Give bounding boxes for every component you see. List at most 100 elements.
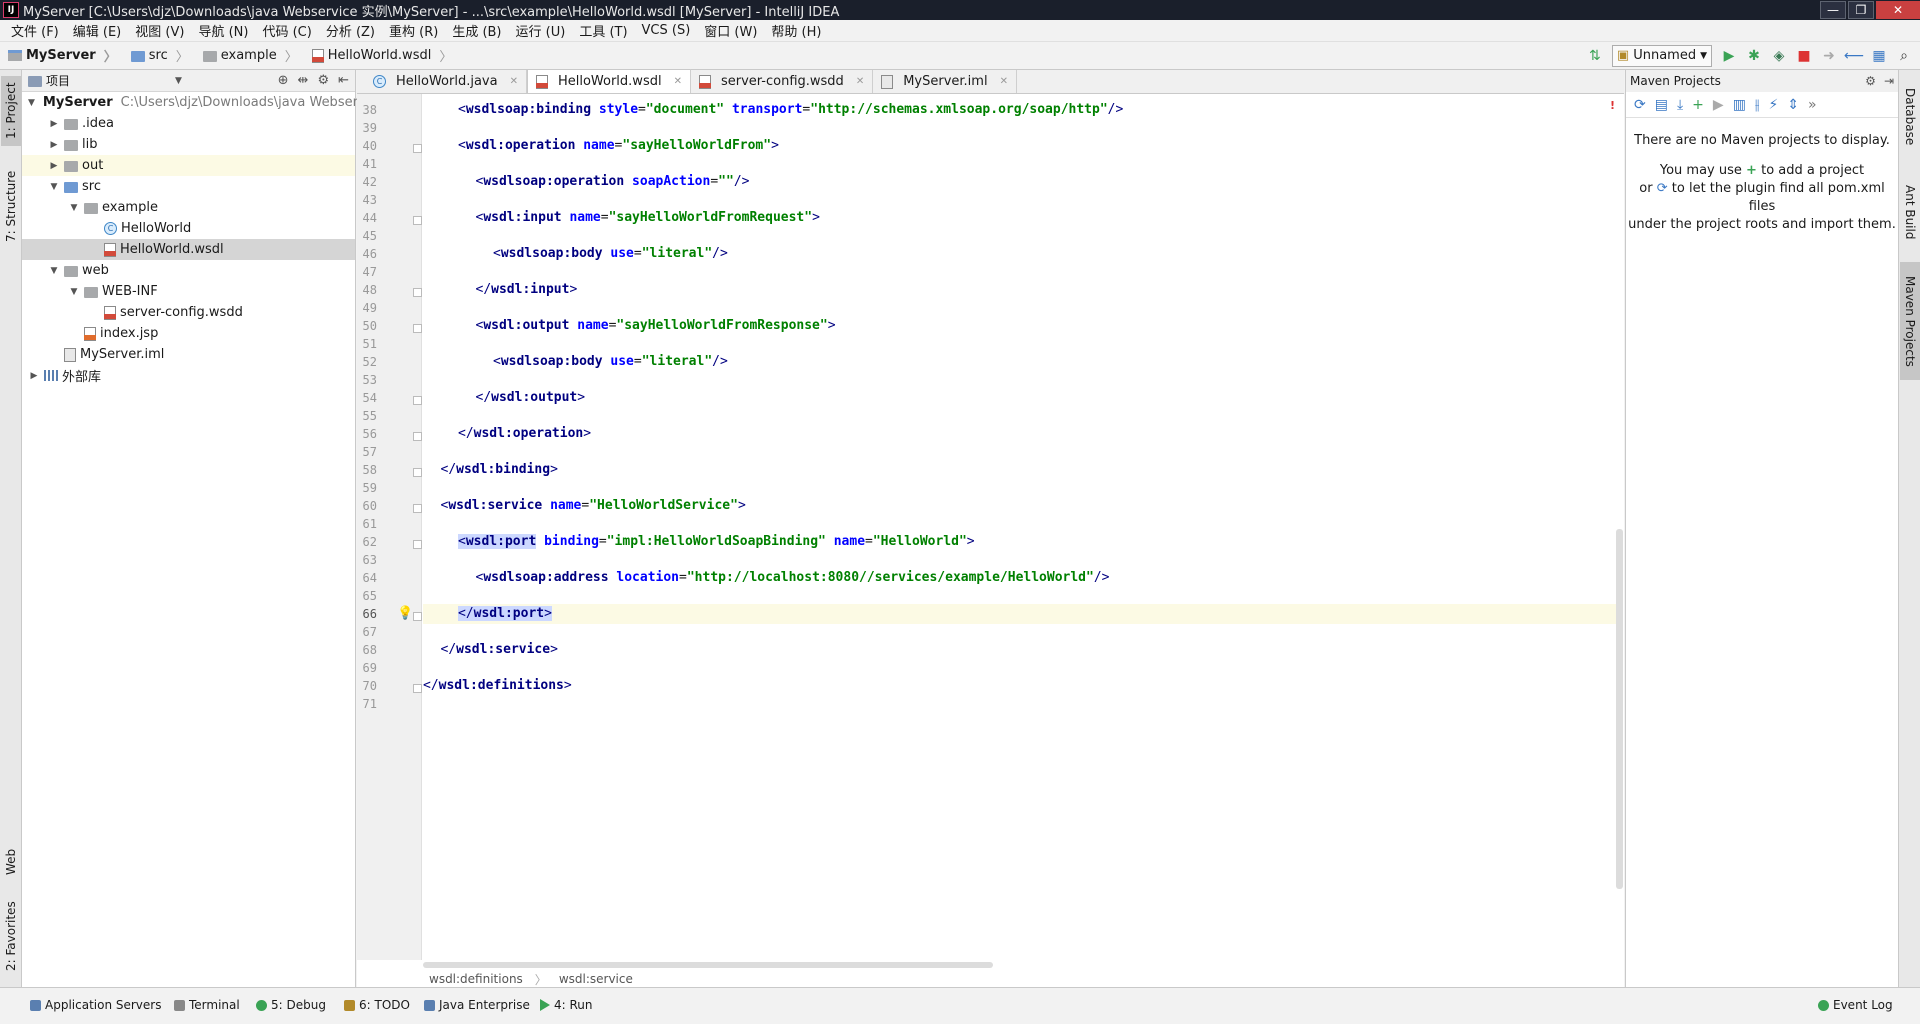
fold-marker-icon[interactable]: [413, 612, 422, 621]
breadcrumb-file[interactable]: HelloWorld.wsdl 〉: [304, 46, 459, 65]
project-structure-icon[interactable]: ▦: [1871, 48, 1887, 64]
coverage-icon[interactable]: ◈: [1771, 48, 1787, 64]
tab-database[interactable]: Database: [1900, 76, 1920, 158]
step-icon[interactable]: ➜: [1821, 48, 1837, 64]
fold-marker-icon[interactable]: [413, 504, 422, 513]
menu-refactor[interactable]: 重构 (R): [382, 21, 445, 40]
fold-marker-icon[interactable]: [413, 144, 422, 153]
code-editor[interactable]: <wsdlsoap:binding style="document" trans…: [423, 94, 1624, 960]
fold-marker-icon[interactable]: [413, 396, 422, 405]
expand-arrow-right-icon[interactable]: ▶: [48, 161, 60, 171]
debug-icon[interactable]: ✱: [1746, 48, 1762, 64]
tree-node[interactable]: ▶ .idea: [22, 113, 355, 134]
close-tab-icon[interactable]: ✕: [510, 76, 518, 87]
tree-node[interactable]: ▶ out: [22, 155, 355, 176]
crumb-service[interactable]: wsdl:service: [559, 972, 633, 986]
maximize-button[interactable]: ❐: [1848, 1, 1874, 19]
code-line[interactable]: <wsdlsoap:body use="literal"/>: [423, 352, 1623, 372]
code-line[interactable]: [423, 442, 1623, 462]
tree-node[interactable]: ▼ example: [22, 197, 355, 218]
expand-arrow-down-icon[interactable]: ▼: [68, 287, 80, 297]
tree-node[interactable]: ▼ web: [22, 260, 355, 281]
code-line[interactable]: </wsdl:port>: [423, 604, 1623, 624]
expand-arrow-down-icon[interactable]: ▼: [48, 266, 60, 276]
code-line[interactable]: [423, 514, 1623, 534]
todo-button[interactable]: 6: TODO: [344, 998, 410, 1012]
tab-maven-projects[interactable]: Maven Projects: [1900, 262, 1920, 380]
search-icon[interactable]: ⌕: [1896, 48, 1912, 64]
code-line[interactable]: [423, 622, 1623, 642]
menu-code[interactable]: 代码 (C): [255, 21, 318, 40]
code-line[interactable]: <wsdlsoap:operation soapAction=""/>: [423, 172, 1623, 192]
expand-arrow-right-icon[interactable]: ▶: [48, 119, 60, 129]
close-tab-icon[interactable]: ✕: [856, 76, 864, 87]
tab-helloworld-wsdl[interactable]: HelloWorld.wsdl ✕: [526, 69, 691, 93]
expand-arrow-down-icon[interactable]: ▼: [28, 98, 35, 108]
code-line[interactable]: <wsdl:operation name="sayHelloWorldFrom"…: [423, 136, 1623, 156]
run-configuration-select[interactable]: ▣ Unnamed ▼: [1611, 44, 1712, 67]
editor-gutter[interactable]: 38 39 40 41 42 43 44 45 46 47 48 49 50 51 52 53 54 55 56 57…: [357, 94, 422, 960]
tree-node[interactable]: HelloWorld.wsdl: [22, 239, 355, 260]
code-line[interactable]: [423, 658, 1623, 678]
scrollbar-thumb[interactable]: [1616, 529, 1623, 889]
fold-marker-icon[interactable]: [413, 540, 422, 549]
hide-panel-icon[interactable]: ⇤: [338, 73, 349, 88]
error-stripe-icon[interactable]: !: [1610, 99, 1615, 112]
code-line[interactable]: </wsdl:service>: [423, 640, 1623, 660]
collapse-all-icon[interactable]: ⇕: [1787, 97, 1799, 113]
add-icon[interactable]: +: [1746, 163, 1757, 178]
close-tab-icon[interactable]: ✕: [674, 76, 682, 87]
tree-node[interactable]: ▼ WEB-INF: [22, 281, 355, 302]
event-log-button[interactable]: Event Log: [1818, 998, 1893, 1012]
tab-web[interactable]: Web: [1, 840, 21, 884]
code-line[interactable]: [423, 154, 1623, 174]
stop-icon[interactable]: ■: [1796, 48, 1812, 64]
breadcrumb-project[interactable]: MyServer 〉: [0, 46, 123, 65]
tab-helloworld-java[interactable]: C HelloWorld.java ✕: [365, 70, 527, 93]
menu-file[interactable]: 文件 (F): [4, 21, 66, 40]
scroll-from-source-icon[interactable]: ⊕: [278, 73, 289, 88]
fold-marker-icon[interactable]: [413, 288, 422, 297]
fold-marker-icon[interactable]: [413, 468, 422, 477]
sort-icon[interactable]: ⇅: [1587, 48, 1603, 64]
run-icon[interactable]: ▶: [1713, 97, 1724, 113]
menu-vcs[interactable]: VCS (S): [635, 23, 698, 38]
code-line[interactable]: </wsdl:operation>: [423, 424, 1623, 444]
menu-analyze[interactable]: 分析 (Z): [319, 21, 382, 40]
tab-myserver-iml[interactable]: MyServer.iml ✕: [873, 70, 1017, 93]
code-line[interactable]: [423, 226, 1623, 246]
close-tab-icon[interactable]: ✕: [1000, 76, 1008, 87]
tree-node[interactable]: C HelloWorld: [22, 218, 355, 239]
vertical-scrollbar[interactable]: [1615, 94, 1624, 960]
tree-node[interactable]: index.jsp: [22, 323, 355, 344]
skip-tests-icon[interactable]: ⚡: [1768, 97, 1778, 113]
menu-navigate[interactable]: 导航 (N): [191, 21, 255, 40]
tree-node[interactable]: ▶ lib: [22, 134, 355, 155]
tree-node[interactable]: ▼ MyServer C:\Users\djz\Downloads\java Web…: [22, 92, 376, 113]
breadcrumb-example[interactable]: example 〉: [195, 46, 304, 65]
application-servers-button[interactable]: Application Servers: [30, 998, 161, 1012]
code-line[interactable]: [423, 370, 1623, 390]
code-line[interactable]: [423, 298, 1623, 318]
expand-arrow-right-icon[interactable]: ▶: [48, 140, 60, 150]
code-line[interactable]: <wsdlsoap:address location="http://local…: [423, 568, 1623, 588]
code-line[interactable]: </wsdl:definitions>: [423, 676, 1623, 696]
debug-button[interactable]: 5: Debug: [256, 998, 326, 1012]
code-line[interactable]: [423, 118, 1623, 138]
tab-project[interactable]: 1: Project: [1, 76, 21, 146]
execute-goal-icon[interactable]: ▥: [1733, 97, 1746, 113]
code-line[interactable]: <wsdl:service name="HelloWorldService">: [423, 496, 1623, 516]
fold-marker-icon[interactable]: [413, 432, 422, 441]
run-icon[interactable]: ▶: [1721, 48, 1737, 64]
expand-arrow-down-icon[interactable]: ▼: [48, 182, 60, 192]
code-line[interactable]: [423, 550, 1623, 570]
expand-arrow-right-icon[interactable]: ▶: [28, 371, 40, 381]
collapse-all-icon[interactable]: ⇹: [298, 73, 309, 88]
run-button[interactable]: 4: Run: [540, 998, 593, 1012]
menu-build[interactable]: 生成 (B): [445, 21, 508, 40]
code-line[interactable]: [423, 262, 1623, 282]
tab-ant-build[interactable]: Ant Build: [1900, 170, 1920, 254]
crumb-definitions[interactable]: wsdl:definitions: [429, 972, 523, 986]
code-line[interactable]: [423, 478, 1623, 498]
code-line[interactable]: [423, 190, 1623, 210]
